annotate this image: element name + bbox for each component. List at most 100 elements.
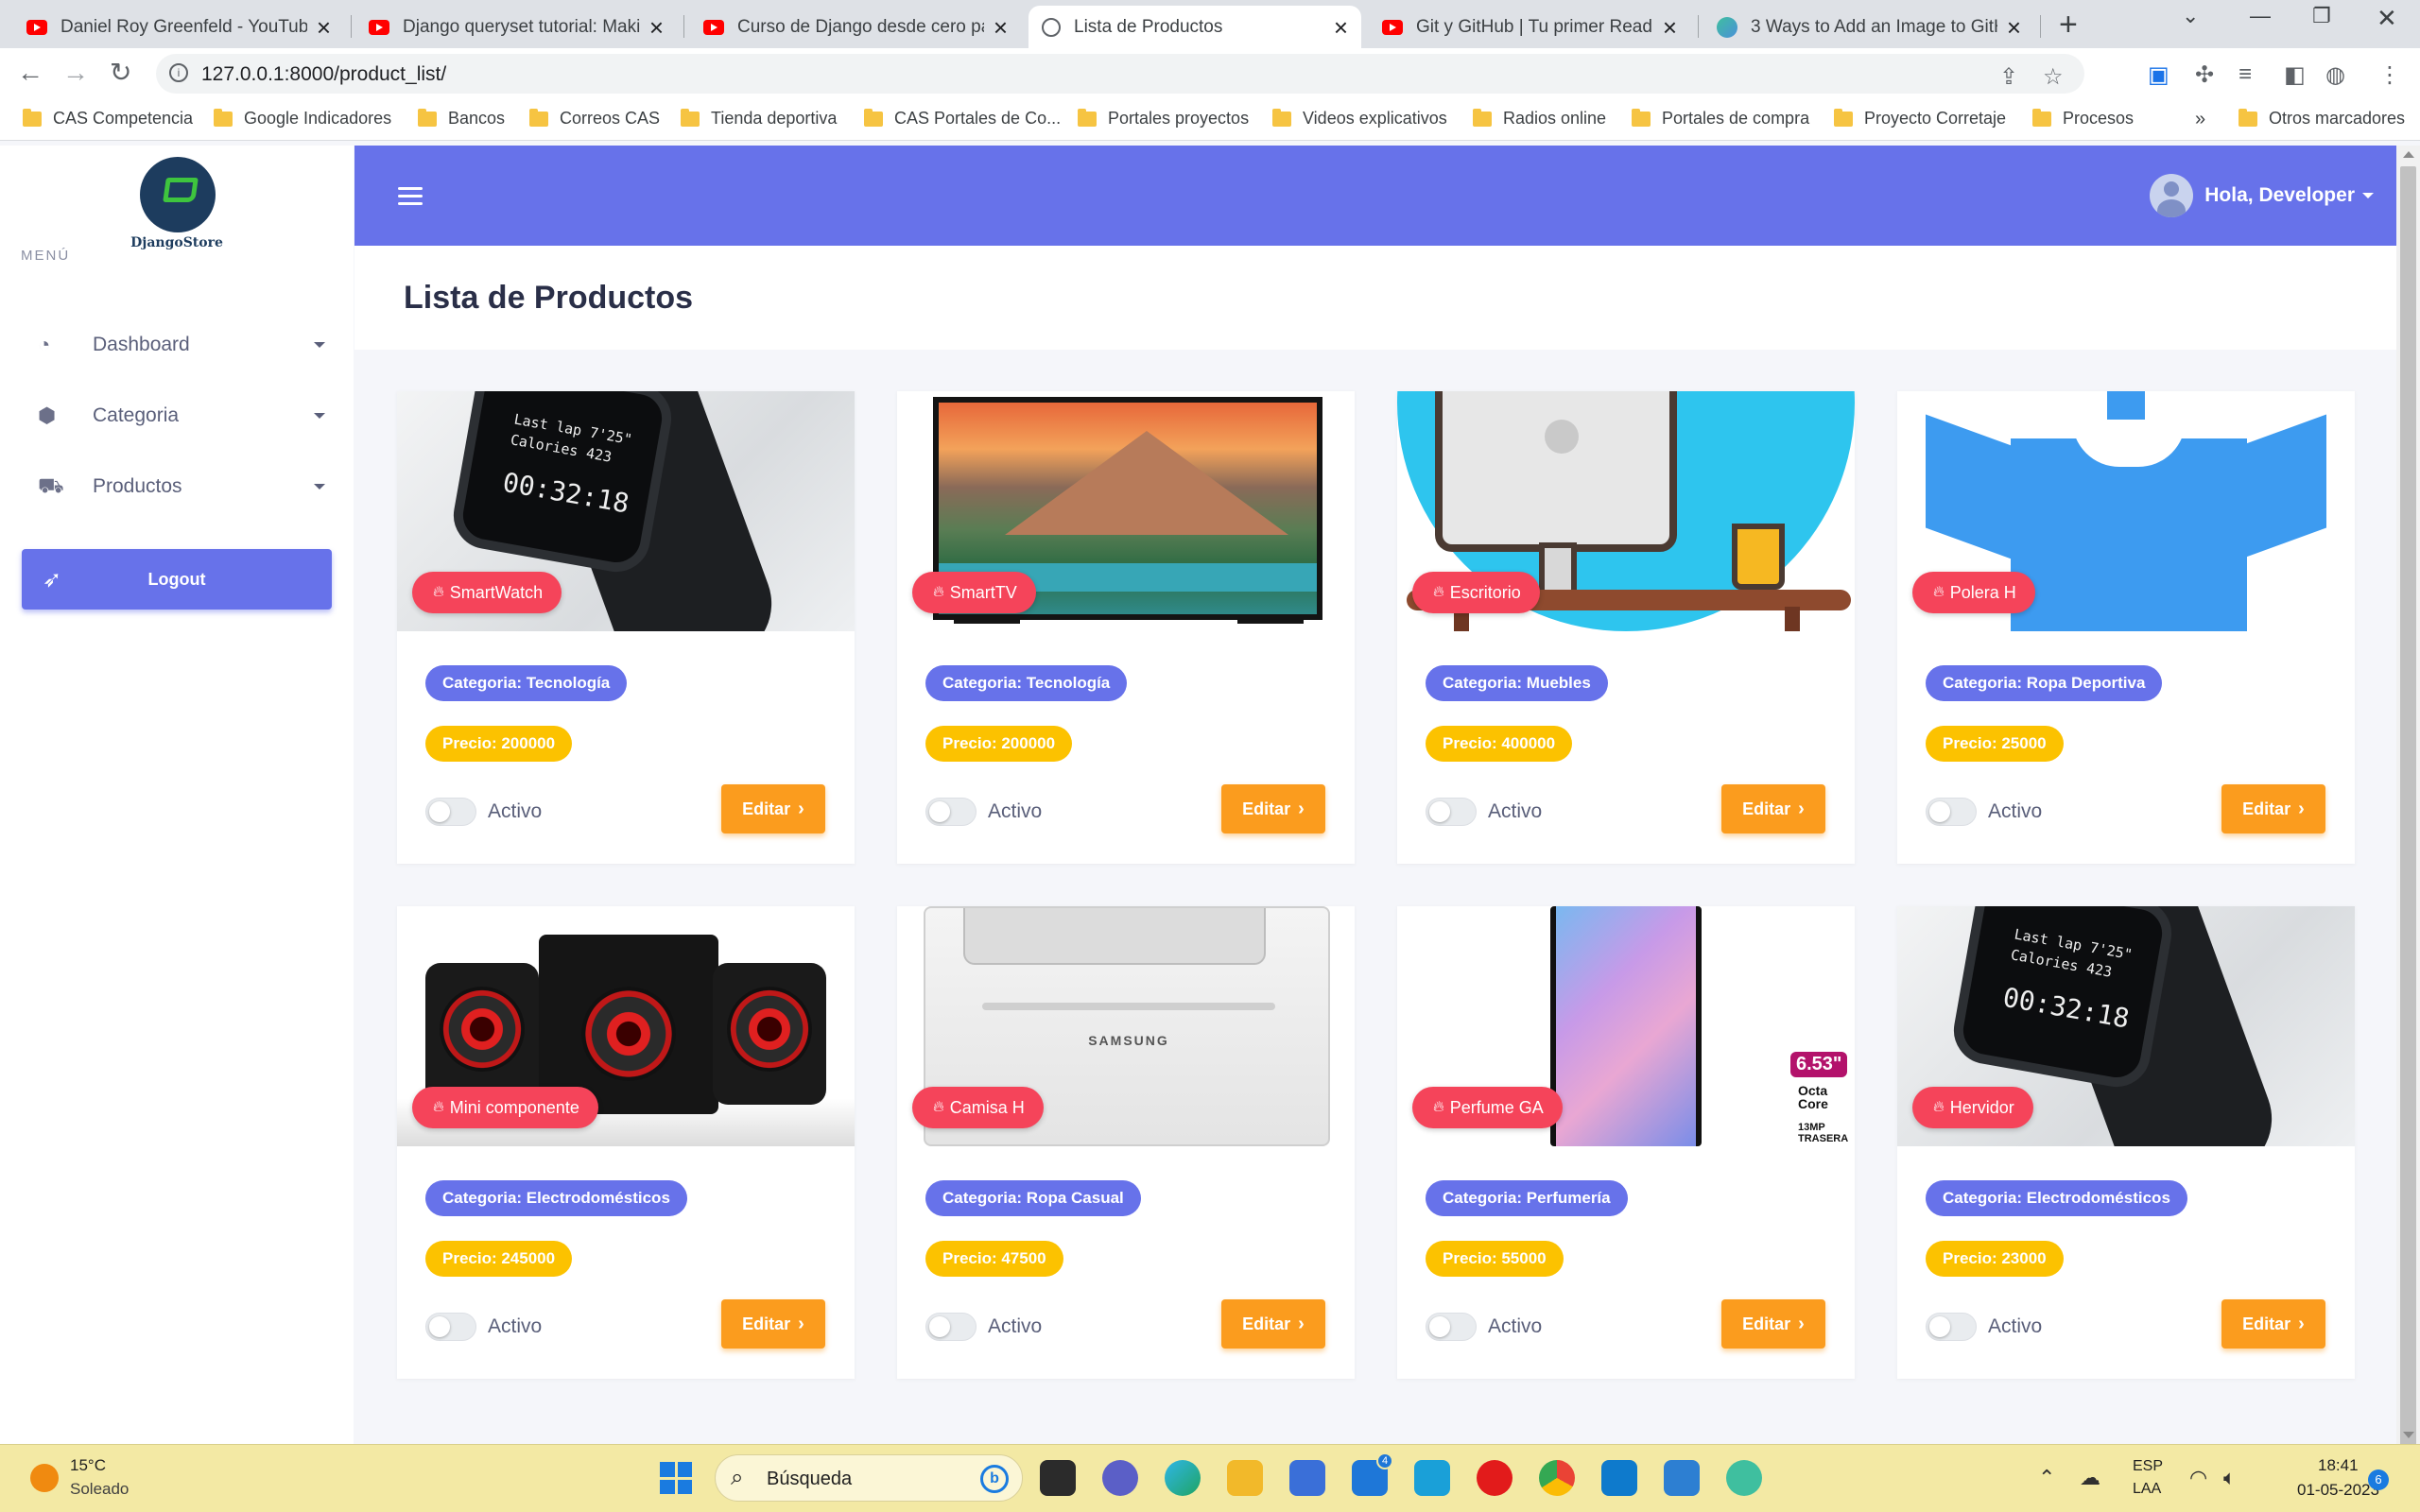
bookmark-star-icon[interactable]: ☆ — [2043, 63, 2064, 91]
logout-button[interactable]: ➶ Logout — [22, 549, 332, 610]
vscode-icon[interactable] — [1601, 1460, 1637, 1496]
active-toggle[interactable] — [925, 1313, 977, 1341]
store-logo[interactable] — [140, 157, 216, 232]
browser-tab[interactable]: Daniel Roy Greenfeld - YouTube × — [13, 6, 344, 48]
edit-button[interactable]: Editar › — [1721, 1299, 1825, 1349]
scroll-up-icon[interactable] — [2403, 151, 2414, 158]
browser-tab[interactable]: 3 Ways to Add an Image to GitHub × — [1703, 6, 2034, 48]
bookmark-folder[interactable]: Portales de compra — [1632, 108, 1809, 129]
side-panel-icon[interactable]: ◧ — [2284, 61, 2306, 89]
close-tab-icon[interactable]: × — [2007, 15, 2021, 40]
extension-icon[interactable]: ▣ — [2148, 61, 2169, 89]
new-tab-button[interactable]: + — [2059, 8, 2078, 42]
wifi-icon[interactable]: ◠ — [2189, 1466, 2207, 1490]
bookmark-folder[interactable]: Tienda deportiva — [681, 108, 837, 129]
close-tab-icon[interactable]: × — [1334, 15, 1348, 40]
active-toggle[interactable] — [1926, 798, 1977, 826]
hamburger-menu-icon[interactable] — [398, 187, 423, 206]
sidebar-item-productos[interactable]: ⛟ Productos — [0, 458, 354, 515]
extensions-puzzle-icon[interactable]: ✣ — [2195, 61, 2214, 89]
edit-button[interactable]: Editar › — [2221, 784, 2325, 833]
clock-time[interactable]: 18:41 — [2318, 1456, 2359, 1475]
edit-button[interactable]: Editar › — [1221, 784, 1325, 833]
site-info-icon[interactable]: i — [169, 63, 188, 82]
sun-icon[interactable] — [30, 1464, 59, 1492]
active-toggle[interactable] — [425, 798, 476, 826]
bookmark-folder[interactable]: Portales proyectos — [1078, 108, 1249, 129]
bookmark-folder[interactable]: Videos explicativos — [1272, 108, 1447, 129]
other-bookmarks[interactable]: Otros marcadores — [2238, 108, 2405, 129]
kebab-menu-icon[interactable]: ⋮ — [2378, 61, 2401, 89]
bing-icon[interactable]: b — [980, 1465, 1009, 1493]
active-toggle[interactable] — [1426, 798, 1477, 826]
forward-icon[interactable]: → — [62, 58, 89, 88]
edit-button[interactable]: Editar › — [2221, 1299, 2325, 1349]
weather-temperature[interactable]: 15°C — [70, 1456, 106, 1475]
close-tab-icon[interactable]: × — [317, 15, 331, 40]
launcher-l-icon[interactable] — [1414, 1460, 1450, 1496]
minimize-icon[interactable]: — — [2250, 4, 2271, 28]
edit-button[interactable]: Editar › — [1721, 784, 1825, 833]
speaker-icon[interactable]: 🔈︎ — [2223, 1466, 2236, 1490]
taskbar-search[interactable]: ⌕ Búsqueda b — [715, 1454, 1023, 1502]
active-toggle[interactable] — [425, 1313, 476, 1341]
store-icon[interactable] — [1289, 1460, 1325, 1496]
reload-icon[interactable]: ↻ — [110, 58, 131, 88]
active-toggle[interactable] — [925, 798, 977, 826]
bookmark-folder[interactable]: Radios online — [1473, 108, 1606, 129]
user-menu[interactable]: Hola, Developer — [2150, 174, 2374, 217]
close-tab-icon[interactable]: × — [1663, 15, 1677, 40]
scroll-thumb[interactable] — [2400, 166, 2416, 1452]
file-explorer-icon[interactable] — [1227, 1460, 1263, 1496]
active-toggle[interactable] — [1426, 1313, 1477, 1341]
profile-icon[interactable]: ◍ — [2325, 61, 2345, 89]
mail-icon[interactable]: 4 — [1352, 1452, 1393, 1496]
keyboard-language[interactable]: ESP — [2133, 1458, 2163, 1475]
chrome-icon[interactable] — [1539, 1460, 1575, 1496]
edit-button[interactable]: Editar › — [721, 784, 825, 833]
back-icon[interactable]: ← — [17, 58, 43, 88]
page-scrollbar[interactable] — [2396, 146, 2420, 1452]
keyboard-layout[interactable]: LAA — [2133, 1481, 2161, 1498]
scroll-down-icon[interactable] — [2403, 1432, 2414, 1438]
reading-list-icon[interactable]: ≡ — [2238, 61, 2252, 88]
share-icon[interactable]: ⇪ — [1999, 63, 2018, 91]
cloud-icon[interactable]: ☁ — [2080, 1466, 2100, 1490]
close-window-icon[interactable]: ✕ — [2377, 4, 2397, 33]
weather-description[interactable]: Soleado — [70, 1480, 129, 1499]
clock-date[interactable]: 01-05-2023 — [2297, 1481, 2379, 1500]
tab-search-icon[interactable]: ⌄ — [2182, 4, 2199, 28]
bookmark-folder[interactable]: Google Indicadores — [214, 108, 391, 129]
tray-chevron-icon[interactable]: ⌃ — [2038, 1466, 2055, 1490]
opera-icon[interactable] — [1477, 1460, 1512, 1496]
browser-tab[interactable]: Curso de Django desde cero para × — [690, 6, 1021, 48]
edge-icon[interactable] — [1165, 1460, 1201, 1496]
sidebar-item-categoria[interactable]: ⬢ Categoria — [0, 387, 354, 444]
bookmark-folder[interactable]: Procesos — [2032, 108, 2134, 129]
close-tab-icon[interactable]: × — [994, 15, 1008, 40]
close-tab-icon[interactable]: × — [649, 15, 664, 40]
notification-badge[interactable]: 6 — [2368, 1469, 2389, 1490]
active-toggle[interactable] — [1926, 1313, 1977, 1341]
windows-start-icon[interactable] — [660, 1462, 692, 1494]
bookmark-folder[interactable]: Proyecto Corretaje — [1834, 108, 2006, 129]
task-view-icon[interactable] — [1040, 1460, 1076, 1496]
edit-button[interactable]: Editar › — [721, 1299, 825, 1349]
bookmark-folder[interactable]: CAS Portales de Co... — [864, 108, 1061, 129]
truck-icon: ⛟ — [38, 472, 64, 497]
sidebar-item-dashboard[interactable]: ◔ Dashboard — [0, 317, 354, 373]
bookmark-folder[interactable]: CAS Competencia — [23, 108, 193, 129]
product-card: 🔥︎ Mini componente Categoria: Electrodomé… — [397, 906, 855, 1379]
browser-tab[interactable]: Django queryset tutorial: Making × — [355, 6, 677, 48]
bookmarks-overflow-button[interactable]: » — [2195, 109, 2205, 130]
pinwheel-app-icon[interactable] — [1726, 1460, 1762, 1496]
address-bar[interactable]: i 127.0.0.1:8000/product_list/ ☆ ⇪ — [156, 54, 2084, 94]
edit-button[interactable]: Editar › — [1221, 1299, 1325, 1349]
teams-chat-icon[interactable] — [1102, 1460, 1138, 1496]
restore-icon[interactable]: ❐ — [2312, 4, 2331, 28]
bookmark-folder[interactable]: Correos CAS — [529, 108, 660, 129]
notepad-icon[interactable] — [1664, 1460, 1700, 1496]
bookmark-folder[interactable]: Bancos — [418, 108, 505, 129]
browser-tab[interactable]: Git y GitHub | Tu primer Readme × — [1369, 6, 1690, 48]
browser-tab-active[interactable]: Lista de Productos × — [1028, 6, 1361, 48]
